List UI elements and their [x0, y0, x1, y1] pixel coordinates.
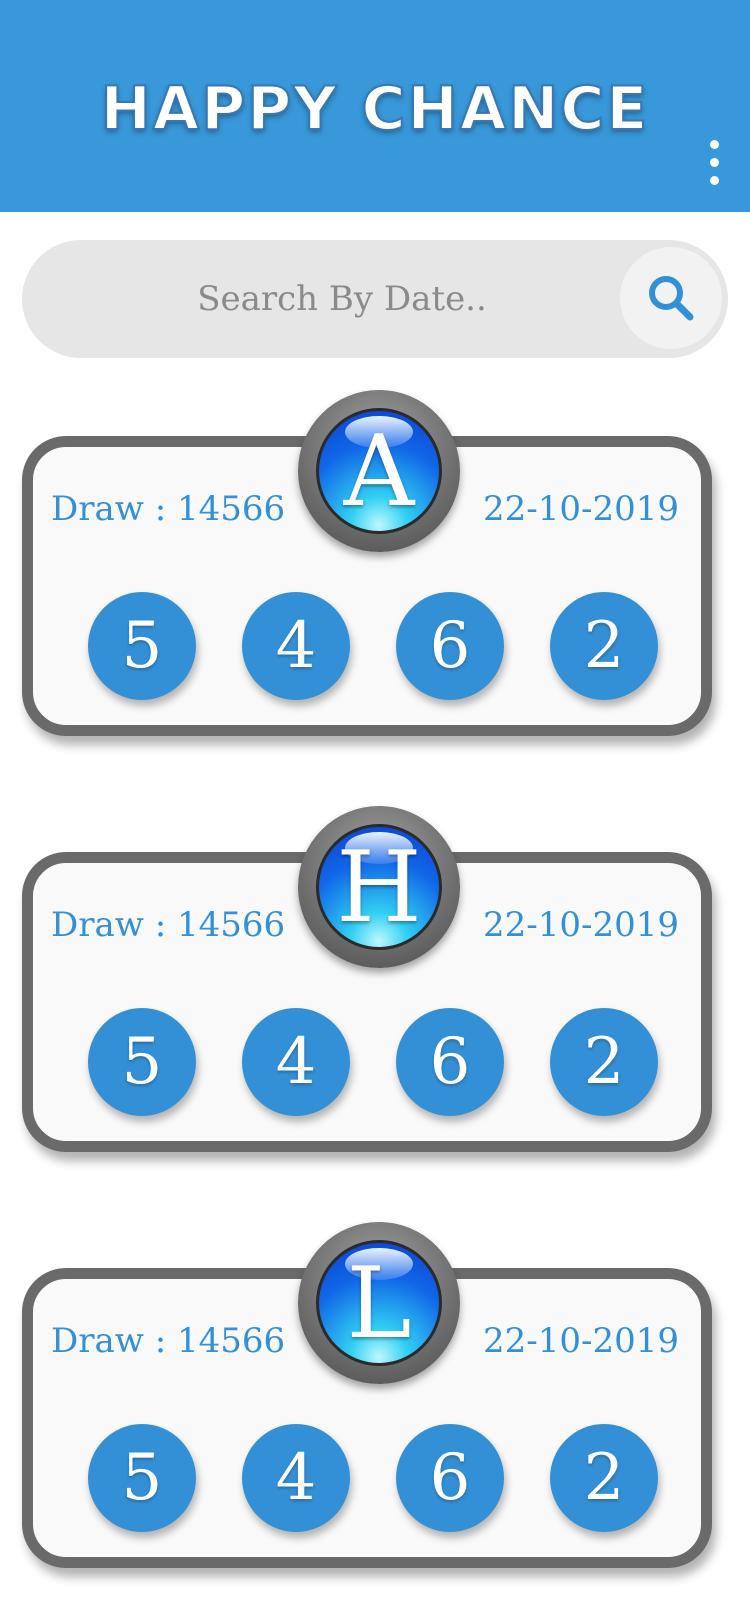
number-ball: 5: [88, 1424, 196, 1532]
letter-badge: A: [298, 390, 460, 552]
number-ball: 2: [550, 1008, 658, 1116]
badge-letter: A: [343, 415, 415, 529]
number-ball: 4: [242, 1008, 350, 1116]
letter-badge: H: [298, 806, 460, 968]
number-ball: 4: [242, 592, 350, 700]
draw-date: 22-10-2019: [482, 905, 679, 945]
search-input[interactable]: [82, 240, 602, 358]
search-icon: [649, 276, 694, 321]
app-title: HAPPY CHANCE: [100, 73, 650, 145]
draw-date: 22-10-2019: [482, 489, 679, 529]
search-button[interactable]: [620, 247, 722, 349]
badge-letter: H: [336, 831, 422, 945]
letter-badge: L: [298, 1222, 460, 1384]
number-ball: 2: [550, 1424, 658, 1532]
draw-number: Draw : 14566: [51, 905, 286, 945]
draw-number: Draw : 14566: [51, 489, 286, 529]
search-bar: [22, 240, 728, 358]
number-ball: 6: [396, 1008, 504, 1116]
draw-date: 22-10-2019: [482, 1321, 679, 1361]
number-ball: 4: [242, 1424, 350, 1532]
app-header: HAPPY CHANCE: [0, 0, 750, 212]
number-ball: 2: [550, 592, 658, 700]
more-options-icon[interactable]: [700, 136, 730, 196]
number-ball: 6: [396, 592, 504, 700]
badge-letter: L: [346, 1247, 412, 1361]
number-ball: 6: [396, 1424, 504, 1532]
number-ball: 5: [88, 1008, 196, 1116]
draw-number: Draw : 14566: [51, 1321, 286, 1361]
number-ball: 5: [88, 592, 196, 700]
